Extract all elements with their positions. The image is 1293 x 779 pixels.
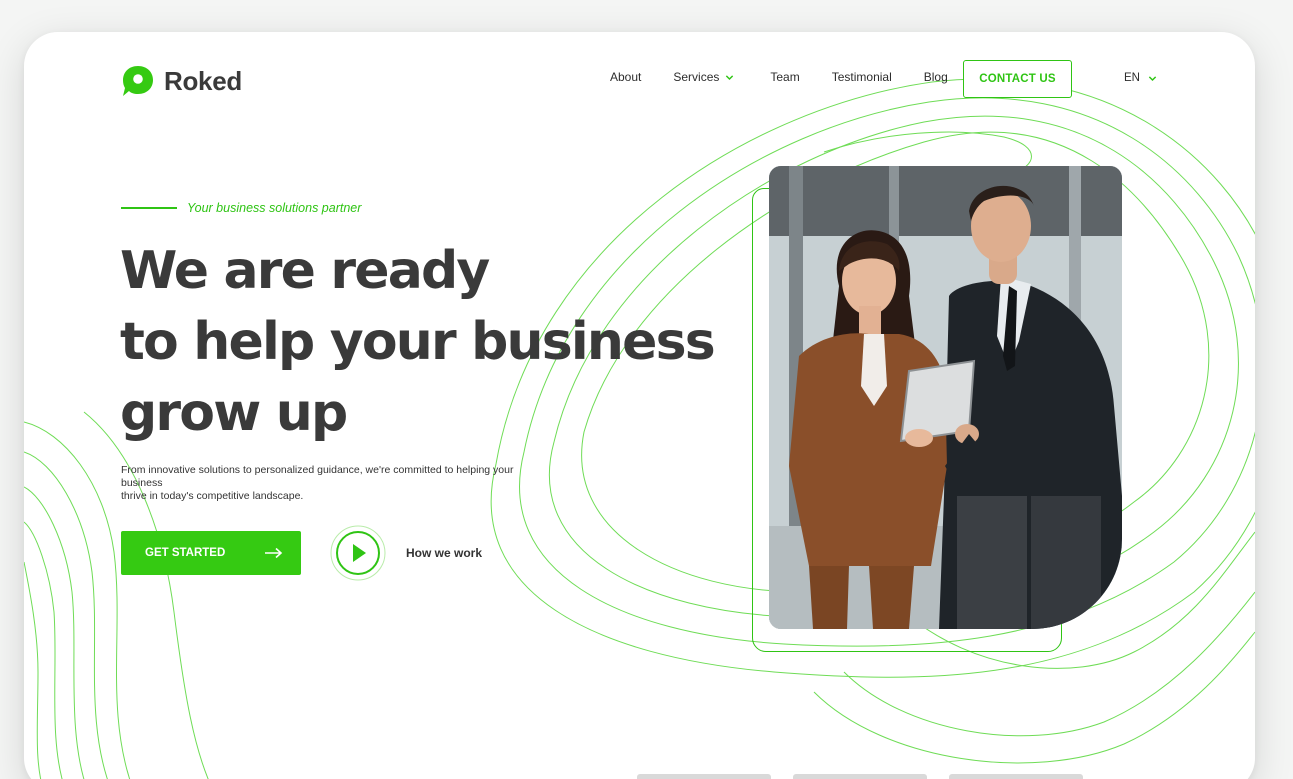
main-nav: About Services Team Testimonial Blog: [610, 70, 980, 84]
nav-item-about[interactable]: About: [610, 70, 641, 84]
hero-headline: We are ready to help your business grow …: [120, 236, 716, 449]
headline-line-3: grow up: [120, 383, 348, 443]
description-line-1: From innovative solutions to personalize…: [121, 464, 514, 489]
arrow-right-icon: [265, 547, 283, 559]
section-tab-1: [637, 774, 771, 779]
nav-item-team[interactable]: Team: [770, 70, 799, 84]
tagline-divider: [121, 207, 177, 209]
headline-line-2: to help your business: [120, 312, 716, 372]
brand-name: Roked: [164, 65, 242, 96]
get-started-label: GET STARTED: [145, 547, 226, 559]
play-icon: [330, 525, 386, 581]
page-card: Roked About Services Team Testimonial Bl…: [24, 32, 1255, 779]
hero-photo-business-people: [769, 166, 1122, 629]
language-label: EN: [1124, 72, 1140, 84]
description-line-2: thrive in today's competitive landscape.: [121, 490, 304, 502]
headline-line-1: We are ready: [120, 241, 490, 301]
chevron-down-icon: [1148, 75, 1157, 81]
nav-item-blog[interactable]: Blog: [924, 70, 948, 84]
business-people-illustration: [769, 166, 1122, 629]
location-pin-chat-icon: [123, 66, 153, 96]
play-video-button[interactable]: [329, 524, 387, 582]
how-we-work-link[interactable]: How we work: [406, 546, 482, 560]
nav-item-label: Services: [673, 70, 720, 84]
tagline-text: Your business solutions partner: [187, 201, 362, 215]
nav-item-testimonial[interactable]: Testimonial: [832, 70, 892, 84]
nav-item-label: Blog: [923, 70, 948, 84]
nav-item-label: Testimonial: [831, 70, 892, 84]
hero-tagline: Your business solutions partner: [121, 201, 361, 215]
brand-logo[interactable]: Roked: [121, 64, 242, 98]
nav-item-label: Team: [770, 70, 800, 84]
nav-item-services[interactable]: Services: [673, 70, 734, 84]
contact-us-button[interactable]: CONTACT US: [963, 60, 1072, 98]
language-selector[interactable]: EN: [1124, 72, 1157, 84]
hero-description: From innovative solutions to personalize…: [121, 464, 551, 503]
chevron-down-icon: [726, 74, 734, 80]
get-started-button[interactable]: GET STARTED: [121, 531, 301, 575]
nav-item-label: About: [610, 70, 642, 84]
section-tab-2: [793, 774, 927, 779]
section-tab-3: [949, 774, 1083, 779]
